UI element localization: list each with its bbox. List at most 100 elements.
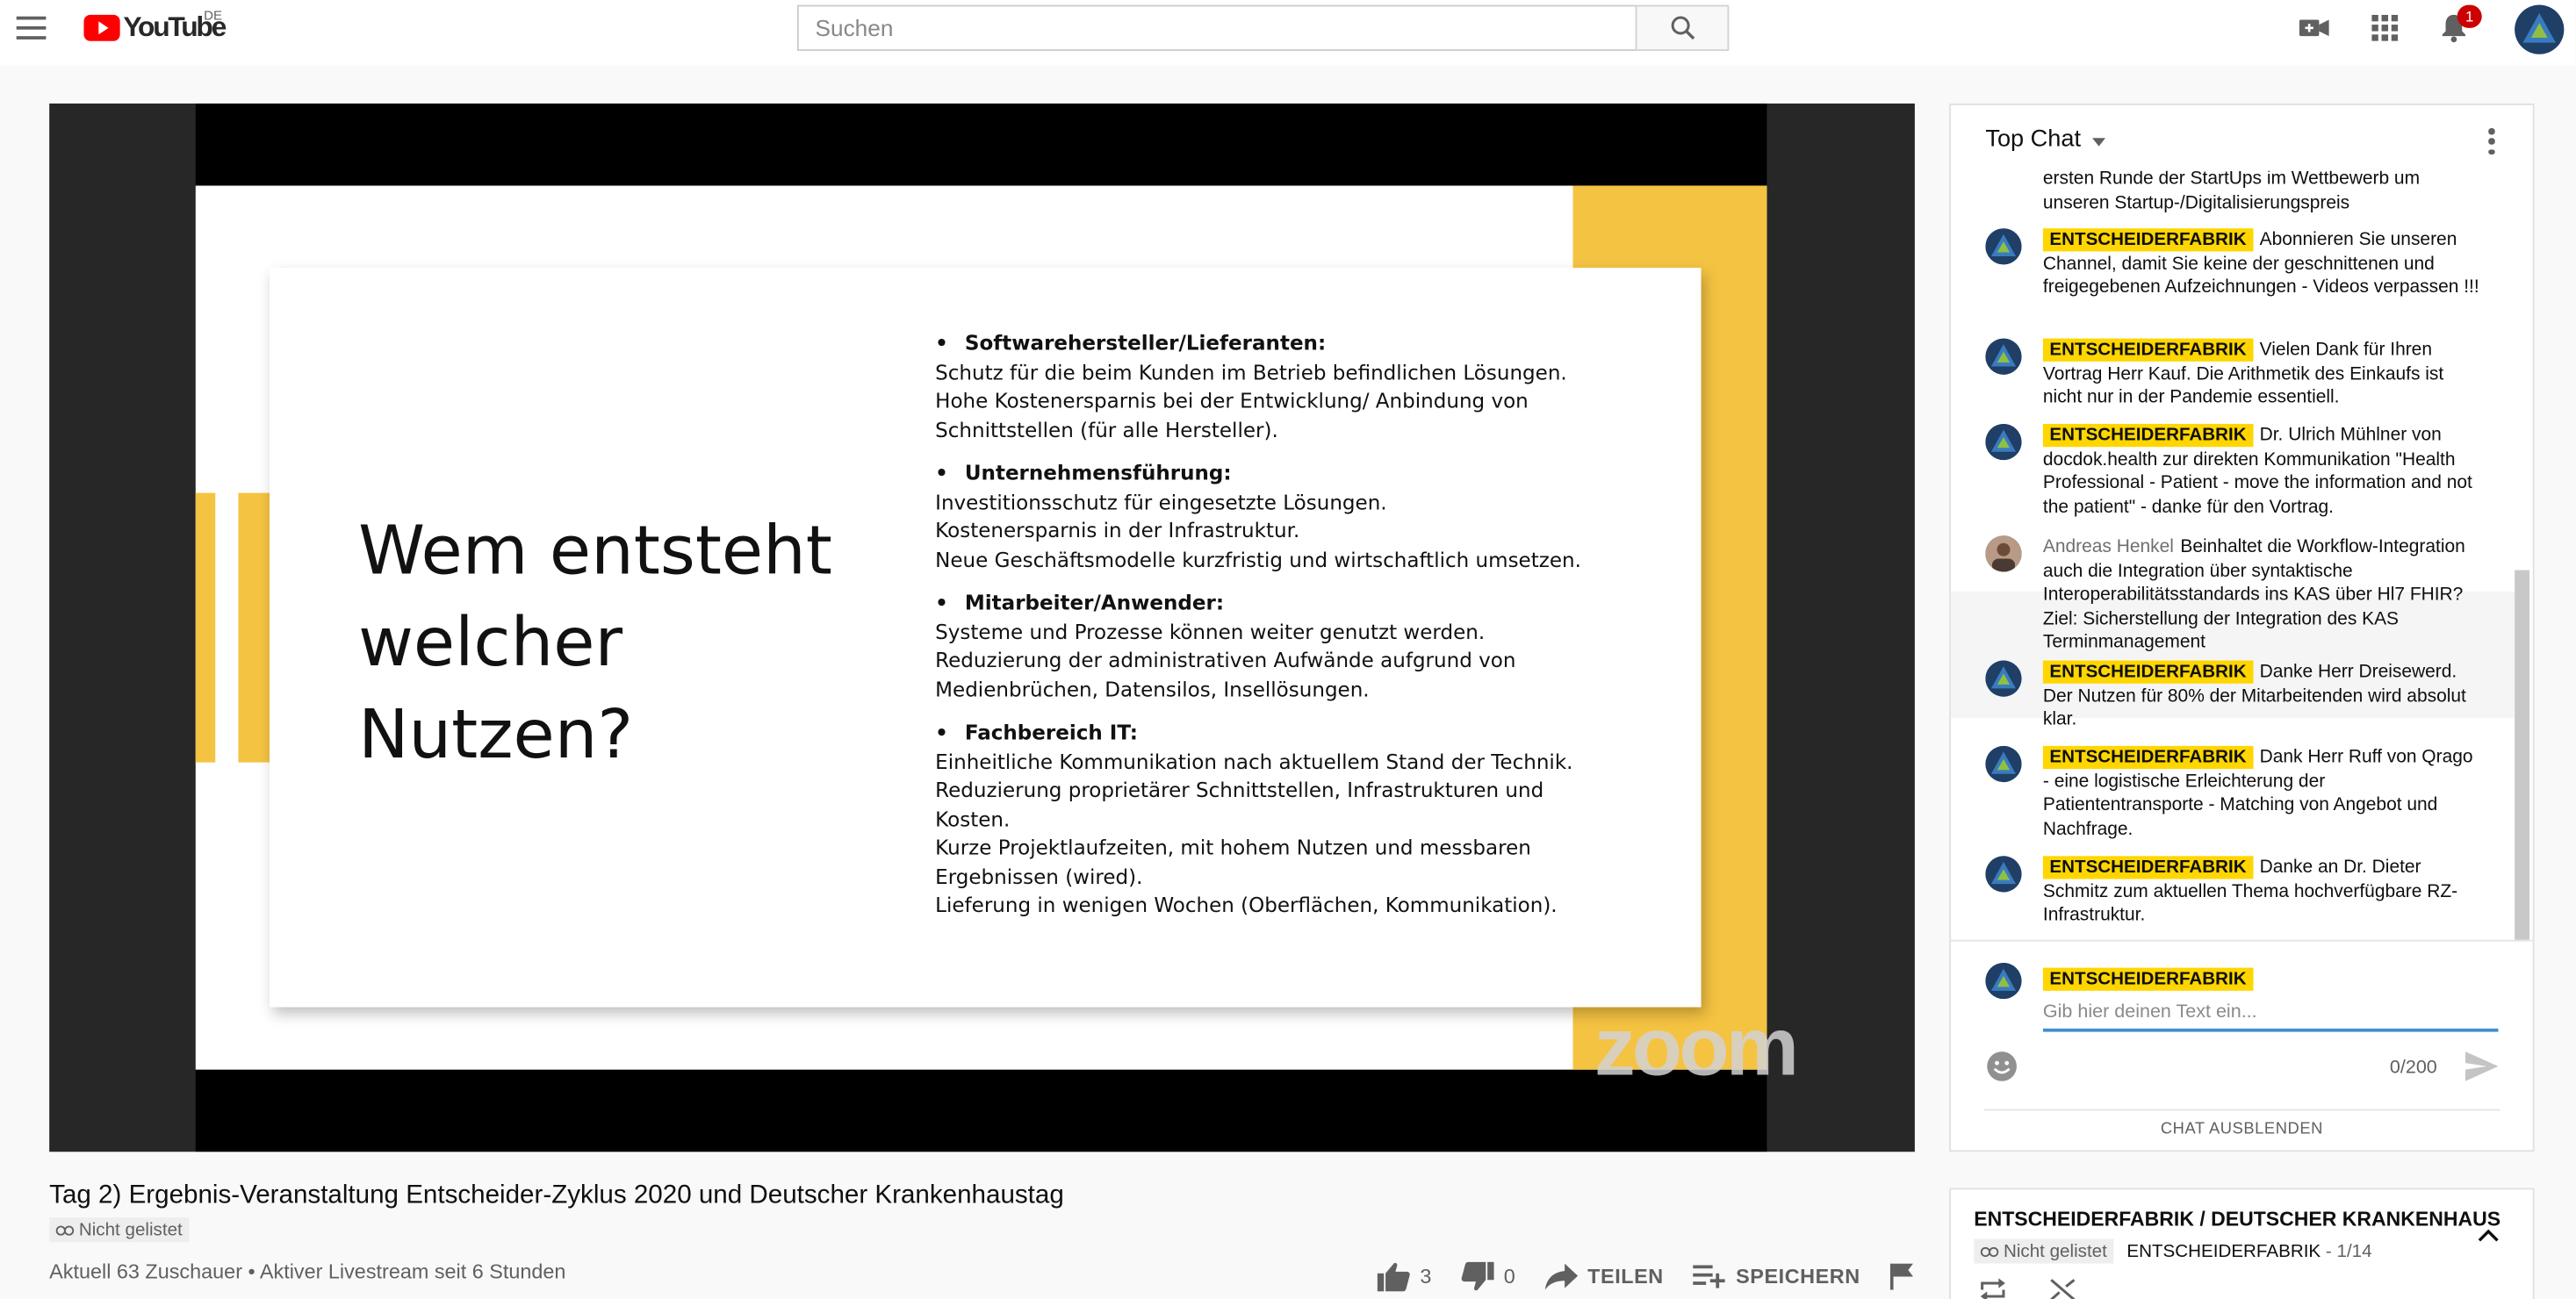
save-label: SPEICHERN (1736, 1265, 1860, 1288)
video-actions: 3 0 TEILEN SPEICHERN (1377, 1257, 1943, 1296)
slide-bullet-item: Unternehmensführung:Investitionsschutz f… (935, 460, 1642, 575)
search-input[interactable] (796, 4, 1636, 52)
more-options-icon[interactable] (2486, 128, 2496, 154)
slide-bullet-line: Reduzierung proprietärer Schnittstellen,… (935, 779, 1544, 802)
emoji-icon (1987, 1051, 2017, 1081)
zoom-watermark: zoom (1594, 1001, 1799, 1093)
playlist-title[interactable]: ENTSCHEIDERFABRIK / DEUTSCHER KRANKENHAU… (1974, 1208, 2500, 1231)
menu-icon[interactable] (16, 16, 47, 39)
divider (1951, 939, 2533, 942)
youtube-logo[interactable]: YouTube DE (83, 8, 227, 44)
apps-button[interactable] (2369, 13, 2401, 43)
like-button[interactable]: 3 (1377, 1262, 1432, 1292)
report-button[interactable] (1889, 1263, 1913, 1290)
chat-message-text: ENTSCHEIDERFABRIK Vielen Dank für Ihren V… (2042, 338, 2482, 410)
send-icon (2465, 1051, 2499, 1081)
send-button[interactable] (2465, 1051, 2499, 1081)
link-icon (55, 1224, 75, 1235)
compose-author: ENTSCHEIDERFABRIK (2042, 963, 2260, 993)
account-avatar[interactable] (2515, 4, 2565, 54)
slide-bullet-line: Schnittstellen (für alle Hersteller). (935, 418, 1278, 441)
shuffle-icon (2050, 1279, 2076, 1299)
slide-bullet-line: Lieferung in wenigen Wochen (Oberflächen… (935, 894, 1558, 917)
unlisted-badge: Nicht gelistet (1974, 1238, 2114, 1264)
chat-header: Top Chat (1951, 105, 2533, 177)
author-avatar[interactable] (1985, 660, 2022, 697)
divider (1983, 1109, 2500, 1111)
slide-bullet-item: Fachbereich IT:Einheitliche Kommunikatio… (935, 720, 1642, 921)
video-player[interactable]: Wem entsteht welcher Nutzen? Softwareher… (49, 103, 1915, 1152)
slide-bullet-item: Mitarbeiter/Anwender:Systeme und Prozess… (935, 590, 1642, 705)
author-avatar[interactable] (1985, 338, 2022, 375)
thumbs-down-icon (1461, 1261, 1494, 1291)
slide-bullet-line: Investitionsschutz für eingesetzte Lösun… (935, 490, 1387, 513)
author-avatar[interactable] (1985, 856, 2022, 893)
entscheiderfabrik-logo-icon (1985, 423, 2022, 461)
unlisted-label: Nicht gelistet (2003, 1241, 2107, 1261)
compose-avatar (1985, 962, 2022, 1000)
entscheiderfabrik-logo-icon (1985, 338, 2022, 375)
playlist-meta: Nicht gelistet ENTSCHEIDERFABRIK - 1/14 (1974, 1238, 2372, 1264)
author-avatar[interactable] (1985, 745, 2022, 783)
author-avatar[interactable] (1985, 423, 2022, 461)
emoji-button[interactable] (1985, 1050, 2018, 1082)
entscheiderfabrik-logo-icon (1985, 745, 2022, 783)
share-icon (1544, 1263, 1578, 1290)
slide-title: Wem entsteht welcher Nutzen? (358, 511, 832, 774)
playlist-position: - 1/14 (2325, 1241, 2372, 1261)
search-bar (796, 4, 1730, 52)
shuffle-playlist-button[interactable] (2049, 1278, 2077, 1299)
share-button[interactable]: TEILEN (1544, 1263, 1664, 1290)
slide-bullet-line: Kurze Projektlaufzeiten, mit hohem Nutze… (935, 836, 1531, 860)
slide-bullet-line: Systeme und Prozesse können weiter genut… (935, 620, 1486, 643)
slide-card: Wem entsteht welcher Nutzen? Softwareher… (270, 268, 1702, 1008)
dislike-button[interactable]: 0 (1461, 1261, 1515, 1292)
author-name[interactable]: ENTSCHEIDERFABRIK (2042, 228, 2254, 252)
playlist-owner[interactable]: ENTSCHEIDERFABRIK (2126, 1241, 2321, 1260)
slide-bullet-line: Schutz für die beim Kunden im Betrieb be… (935, 360, 1567, 384)
masthead: YouTube DE 1 (0, 0, 2576, 66)
author-avatar[interactable] (1985, 535, 2022, 572)
view-info: Aktuell 63 Zuschauer • Aktiver Livestrea… (49, 1260, 566, 1284)
author-name[interactable]: ENTSCHEIDERFABRIK (2042, 660, 2254, 684)
video-camera-icon (2299, 19, 2329, 37)
loop-playlist-button[interactable] (1979, 1278, 2007, 1299)
author-name[interactable]: ENTSCHEIDERFABRIK (2042, 423, 2254, 448)
chat-messages[interactable]: ersten Runde der StartUps im Wettbewerb … (1951, 171, 2533, 940)
unlisted-label: Nicht gelistet (78, 1219, 183, 1240)
chat-mode-dropdown[interactable]: Top Chat (1985, 126, 2106, 153)
char-count: 0/200 (2389, 1058, 2437, 1079)
chat-scrollbar[interactable] (2515, 570, 2530, 940)
save-button[interactable]: SPEICHERN (1693, 1265, 1860, 1288)
unlisted-badge: Nicht gelistet (49, 1217, 190, 1243)
chat-message-text: ENTSCHEIDERFABRIK Abonnieren Sie unseren … (2042, 228, 2482, 299)
slide-bullet-heading: Fachbereich IT: (935, 720, 1642, 749)
collapse-playlist-button[interactable] (2477, 1223, 2500, 1242)
chat-input[interactable] (2042, 995, 2499, 1032)
slide-bullet-heading: Softwarehersteller/Lieferanten: (935, 330, 1642, 359)
loop-icon (1980, 1278, 2005, 1299)
chat-message-text: ENTSCHEIDERFABRIK Dr. Ulrich Mühlner von … (2042, 423, 2482, 520)
search-button[interactable] (1635, 4, 1730, 52)
chevron-up-icon (2478, 1229, 2499, 1242)
author-avatar[interactable] (1985, 228, 2022, 265)
hide-chat-button[interactable]: CHAT AUSBLENDEN (1951, 1121, 2533, 1139)
slide-bullet-line: Kostenersparnis in der Infrastruktur. (935, 519, 1300, 542)
author-name[interactable]: ENTSCHEIDERFABRIK (2042, 338, 2254, 362)
slide-bullet-heading: Unternehmensführung: (935, 460, 1642, 489)
playlist-add-icon (1693, 1265, 1725, 1288)
like-count: 3 (1420, 1265, 1432, 1288)
slide-accent-bar (195, 492, 216, 763)
entscheiderfabrik-logo-icon (1985, 228, 2022, 265)
dislike-count: 0 (1503, 1265, 1515, 1288)
author-name[interactable]: ENTSCHEIDERFABRIK (2042, 856, 2254, 879)
chat-message-text: ENTSCHEIDERFABRIK Danke Herr Dreisewerd. … (2042, 660, 2482, 732)
author-name[interactable]: ENTSCHEIDERFABRIK (2042, 745, 2254, 770)
entscheiderfabrik-logo-icon (1985, 962, 2022, 1000)
thumbs-up-icon (1377, 1262, 1410, 1292)
create-video-button[interactable] (2298, 13, 2330, 43)
link-icon (1980, 1245, 1999, 1257)
chat-message-text: ENTSCHEIDERFABRIK Danke an Dr. Dieter Sch… (2042, 856, 2482, 927)
author-name[interactable]: Andreas Henkel (2043, 537, 2174, 556)
playlist-panel: ENTSCHEIDERFABRIK / DEUTSCHER KRANKENHAU… (1949, 1188, 2535, 1299)
